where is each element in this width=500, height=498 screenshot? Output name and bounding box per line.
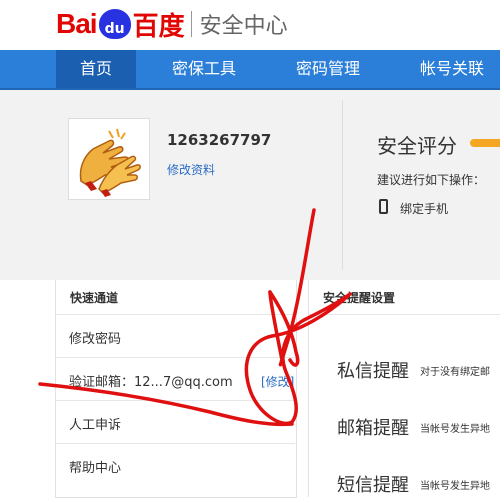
- quick-item-help-center[interactable]: 帮助中心: [69, 457, 121, 476]
- panel-divider: [56, 400, 295, 401]
- paw-icon: du: [98, 9, 131, 39]
- alert-email: 邮箱提醒: [337, 418, 409, 439]
- main-nav: 首页 密保工具 密码管理 帐号关联: [0, 50, 500, 90]
- baidu-logo[interactable]: Bai du 百度 安全中心: [56, 6, 288, 42]
- alert-sms: 短信提醒: [337, 475, 409, 496]
- site-subtitle: 安全中心: [199, 14, 288, 39]
- panel-divider: [309, 314, 500, 315]
- security-score-title: 安全评分: [377, 134, 457, 158]
- logo-text-bai: Bai: [56, 8, 98, 39]
- section-divider: [342, 100, 343, 270]
- logo-text-cn: 百度: [132, 11, 185, 42]
- security-score-bar: [470, 139, 500, 147]
- alert-sms-desc: 当帐号发生异地: [420, 481, 490, 492]
- mobile-phone-icon: [379, 199, 388, 214]
- alert-email-desc: 当帐号发生异地: [420, 424, 490, 435]
- alert-private-message-desc: 对于没有绑定邮: [420, 367, 490, 378]
- panel-divider: [56, 443, 295, 444]
- suggestion-text: 建议进行如下操作：: [377, 173, 486, 187]
- panel-divider: [56, 314, 295, 315]
- nav-item-security-tools[interactable]: 密保工具: [156, 50, 252, 88]
- quick-channel-title: 快速通道: [70, 291, 119, 305]
- quick-item-change-password[interactable]: 修改密码: [69, 328, 121, 347]
- security-alerts-panel: [308, 280, 500, 497]
- panel-divider: [56, 357, 295, 358]
- avatar[interactable]: [68, 118, 150, 200]
- modify-email-link[interactable]: [修改]: [261, 373, 294, 390]
- bind-phone-link[interactable]: 绑定手机: [400, 200, 448, 217]
- security-alerts-title: 安全提醒设置: [323, 291, 396, 305]
- logo-divider: [190, 11, 192, 37]
- quick-item-verify-email: 验证邮箱：12...7@qq.com: [69, 375, 233, 390]
- username: 1263267797: [167, 131, 272, 149]
- edit-profile-link[interactable]: 修改资料: [167, 161, 215, 178]
- nav-item-home[interactable]: 首页: [56, 50, 136, 88]
- nav-item-password-management[interactable]: 密码管理: [280, 50, 376, 88]
- header: Bai du 百度 安全中心: [0, 0, 500, 50]
- nav-item-account-linking[interactable]: 帐号关联: [404, 50, 500, 88]
- clapping-hands-icon: [79, 128, 141, 197]
- quick-item-manual-appeal[interactable]: 人工申诉: [69, 414, 121, 433]
- alert-private-message: 私信提醒: [337, 361, 409, 382]
